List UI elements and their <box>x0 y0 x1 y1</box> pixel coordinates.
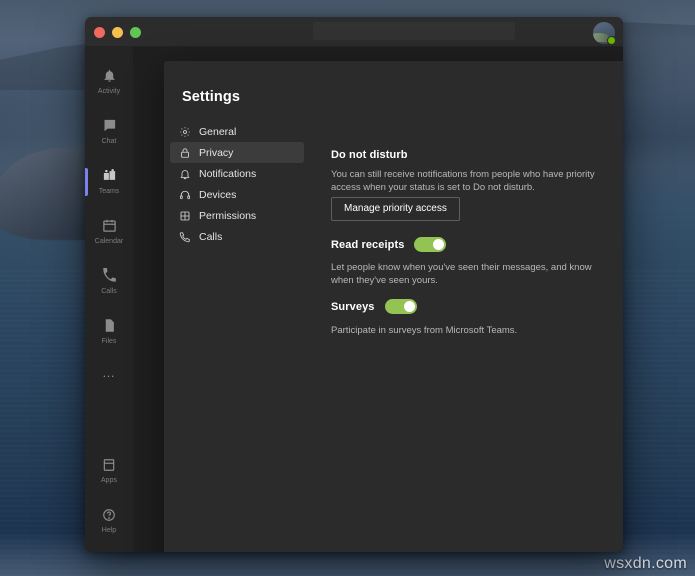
rail-more-button[interactable]: … <box>85 357 133 387</box>
window-minimize-button[interactable] <box>112 27 123 38</box>
page-title: Settings <box>182 89 240 105</box>
bell-icon <box>179 168 191 180</box>
presence-badge-available <box>607 36 616 45</box>
sidebar-item-label: Notifications <box>199 167 257 180</box>
settings-nav: General Privacy Notifications Devices Pe… <box>170 121 304 247</box>
bell-icon <box>102 68 117 86</box>
rail-item-calendar[interactable]: Calendar <box>85 207 133 257</box>
rail-label: Chat <box>101 138 117 145</box>
read-receipts-toggle[interactable] <box>414 237 447 252</box>
rail-item-activity[interactable]: Activity <box>85 57 133 107</box>
rail-item-chat[interactable]: Chat <box>85 107 133 157</box>
surveys-description: Participate in surveys from Microsoft Te… <box>331 325 518 336</box>
teams-content-area: ••• Settings <box>133 47 623 552</box>
read-receipts-description: Let people know when you've seen their m… <box>331 262 592 286</box>
sidebar-item-label: Devices <box>199 188 237 201</box>
do-not-disturb-heading: Do not disturb <box>331 149 408 161</box>
teams-window: Activity Chat Teams Calendar Calls Files… <box>85 17 623 552</box>
rail-item-help[interactable]: Help <box>85 496 133 546</box>
rail-item-apps[interactable]: Apps <box>85 446 133 496</box>
desktop-wallpaper: wsxdn.com Activity Chat Teams Calendar C… <box>0 0 695 576</box>
sidebar-item-permissions[interactable]: Permissions <box>170 205 304 226</box>
read-receipts-heading: Read receipts <box>331 238 405 251</box>
window-titlebar <box>85 17 623 47</box>
lock-icon <box>179 147 191 159</box>
manage-priority-access-button[interactable]: Manage priority access <box>331 197 460 221</box>
calendar-icon <box>102 218 117 236</box>
manage-priority-access-wrapper: Manage priority access <box>331 197 460 221</box>
app-rail: Activity Chat Teams Calendar Calls Files… <box>85 47 133 552</box>
window-maximize-button[interactable] <box>130 27 141 38</box>
surveys-toggle[interactable] <box>384 299 417 314</box>
rail-bottom-group: Apps Help <box>85 446 133 546</box>
phone-icon <box>179 231 191 243</box>
sidebar-item-label: General <box>199 125 237 138</box>
surveys-row: Surveys <box>331 299 417 314</box>
read-receipts-row: Read receipts <box>331 237 447 252</box>
do-not-disturb-description: You can still receive notifications from… <box>331 169 595 193</box>
search-input[interactable] <box>313 22 515 40</box>
phone-icon <box>102 268 117 286</box>
window-close-button[interactable] <box>94 27 105 38</box>
rail-label: Help <box>101 526 117 534</box>
sidebar-item-privacy[interactable]: Privacy <box>170 142 304 163</box>
rail-label: Teams <box>98 188 120 195</box>
files-icon <box>102 318 117 336</box>
rail-item-files[interactable]: Files <box>85 307 133 357</box>
gear-icon <box>179 126 191 138</box>
rail-label: Activity <box>97 88 121 95</box>
apps-icon <box>102 458 116 475</box>
rail-item-calls[interactable]: Calls <box>85 257 133 307</box>
rail-label: Files <box>101 338 117 345</box>
headset-icon <box>179 189 191 201</box>
teams-icon <box>102 168 117 186</box>
avatar[interactable] <box>593 22 616 45</box>
chat-icon <box>102 118 117 136</box>
sidebar-item-label: Privacy <box>199 146 234 159</box>
rail-label: Calendar <box>94 238 124 245</box>
toggle-knob <box>433 239 445 250</box>
surveys-heading: Surveys <box>331 300 375 313</box>
toggle-knob <box>403 301 415 312</box>
sidebar-item-notifications[interactable]: Notifications <box>170 163 304 184</box>
rail-label: Calls <box>101 288 117 295</box>
rail-label: Apps <box>101 476 117 484</box>
help-icon <box>102 508 116 525</box>
grid-icon <box>179 210 191 222</box>
sidebar-item-general[interactable]: General <box>170 121 304 142</box>
sidebar-item-label: Calls <box>199 230 223 243</box>
settings-dialog: Settings General Privacy Notifications D… <box>164 61 623 552</box>
sidebar-item-devices[interactable]: Devices <box>170 184 304 205</box>
rail-item-teams[interactable]: Teams <box>85 157 133 207</box>
sidebar-item-label: Permissions <box>199 209 257 222</box>
watermark: wsxdn.com <box>604 555 687 572</box>
sidebar-item-calls[interactable]: Calls <box>170 226 304 247</box>
